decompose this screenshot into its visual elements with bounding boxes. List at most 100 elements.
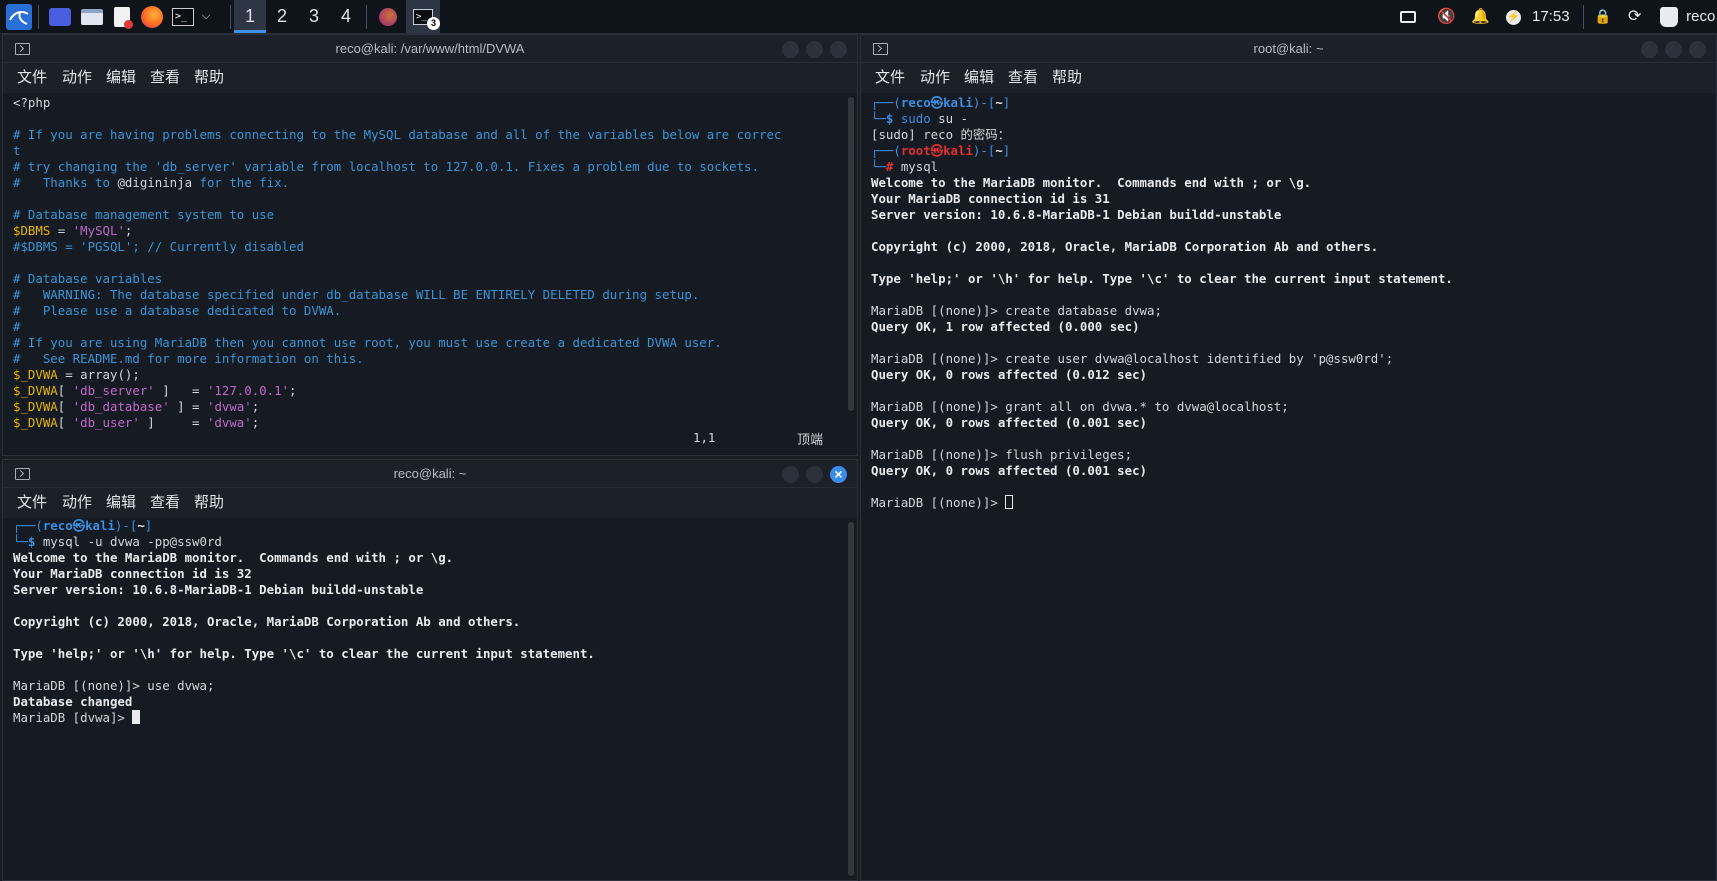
terminal-output[interactable]: ┌──(reco㉿kali)-[~] └─$ sudo su - [sudo] re… — [871, 95, 1702, 880]
workspace-2[interactable]: 2 — [266, 0, 298, 33]
menu-action[interactable]: 动作 — [920, 63, 950, 93]
scrollbar[interactable] — [847, 93, 855, 451]
terminal-line: Welcome to the MariaDB monitor. Commands… — [871, 175, 1702, 191]
editor-scroll-position: 顶端 — [797, 432, 824, 447]
terminal-text: Type 'help;' or '\h' for help. Type '\c'… — [871, 271, 1453, 286]
menu-action[interactable]: 动作 — [62, 63, 92, 93]
mute-icon: 🔇 — [1437, 8, 1456, 25]
menu-edit[interactable]: 编辑 — [106, 63, 136, 93]
menu-help[interactable]: 帮助 — [194, 488, 224, 518]
window-titlebar[interactable]: reco@kali: ~ × — [3, 460, 857, 488]
terminal-text: MariaDB [(none)]> use dvwa; — [13, 678, 215, 693]
close-button[interactable]: × — [830, 466, 847, 483]
terminal-cursor — [1005, 495, 1014, 509]
terminal-text: ┌──( — [13, 518, 43, 533]
terminal-window-root[interactable]: root@kali: ~ 文件 动作 编辑 查看 帮助 ┌──(reco㉿kal… — [860, 34, 1717, 881]
minimize-button[interactable] — [1641, 41, 1658, 58]
terminal-text: ~ — [137, 518, 145, 533]
user-menu[interactable]: reco — [1660, 0, 1715, 33]
task-firefox[interactable] — [374, 0, 402, 33]
terminal-line: $DBMS = 'MySQL'; — [13, 223, 843, 239]
menu-file[interactable]: 文件 — [17, 488, 47, 518]
terminal-line: $_DVWA[ 'db_database' ] = 'dvwa'; — [13, 399, 843, 415]
terminal-line: Type 'help;' or '\h' for help. Type '\c'… — [13, 646, 843, 662]
terminal-text: [ — [57, 415, 73, 430]
clock-text: 17:53 — [1532, 8, 1570, 25]
close-button[interactable] — [830, 41, 847, 58]
terminal-text: [ — [57, 383, 73, 398]
kali-menu-button[interactable] — [4, 0, 34, 33]
menu-file[interactable]: 文件 — [17, 63, 47, 93]
maximize-button[interactable] — [806, 466, 823, 483]
firefox-button[interactable] — [138, 0, 166, 33]
text-editor-button[interactable] — [108, 0, 136, 33]
menu-view[interactable]: 查看 — [150, 488, 180, 518]
close-button[interactable] — [1689, 41, 1706, 58]
terminal-text: $DBMS — [13, 223, 51, 238]
menu-action[interactable]: 动作 — [62, 488, 92, 518]
volume-button[interactable]: 🔇 — [1437, 0, 1456, 33]
menu-file[interactable]: 文件 — [875, 63, 905, 93]
window-title: reco@kali: ~ — [393, 466, 467, 481]
terminal-text: # — [885, 159, 901, 174]
scrollbar[interactable] — [847, 518, 855, 876]
menu-view[interactable]: 查看 — [1008, 63, 1038, 93]
terminal-line: # Database management system to use — [13, 207, 843, 223]
terminal-text: for the fix. — [192, 175, 290, 190]
menu-edit[interactable]: 编辑 — [964, 63, 994, 93]
workspace-label: 1 — [244, 6, 255, 26]
workspace-4[interactable]: 4 — [330, 0, 362, 33]
show-desktop-button[interactable] — [46, 0, 74, 33]
terminal-line: MariaDB [(none)]> create database dvwa; — [871, 303, 1702, 319]
user-icon — [1660, 7, 1678, 28]
terminal-text: )-[ — [972, 95, 996, 110]
window-titlebar[interactable]: root@kali: ~ — [861, 35, 1716, 63]
terminal-output[interactable]: <?php # If you are having problems connec… — [13, 95, 843, 455]
refresh-button[interactable]: ⟳ — [1628, 0, 1641, 33]
terminal-text: ; — [251, 399, 260, 414]
terminal-text: ; — [124, 223, 133, 238]
terminal-output[interactable]: ┌──(reco㉿kali)-[~] └─$ mysql -u dvwa -pp@… — [13, 518, 843, 880]
workspace-label: 2 — [276, 6, 287, 26]
menu-help[interactable]: 帮助 — [1052, 63, 1082, 93]
terminal-window-user[interactable]: reco@kali: ~ × 文件 动作 编辑 查看 帮助 ┌──(reco㉿k… — [2, 459, 858, 881]
terminal-text: $_DVWA — [13, 383, 58, 398]
terminal-text: Your MariaDB connection id is 31 — [871, 191, 1110, 206]
terminal-text: reco㉿kali — [900, 95, 973, 110]
notifications-button[interactable]: 🔔 — [1471, 0, 1490, 33]
workspace-3[interactable]: 3 — [298, 0, 330, 33]
task-terminal-group[interactable]: >_ 3 — [406, 0, 440, 33]
power-icon: ⚡ — [1506, 9, 1521, 25]
terminal-line: Server version: 10.6.8-MariaDB-1 Debian … — [871, 207, 1702, 223]
menu-view[interactable]: 查看 — [150, 63, 180, 93]
terminal-text: ~ — [995, 143, 1003, 158]
terminal-text: 'dvwa' — [206, 415, 252, 430]
menu-help[interactable]: 帮助 — [194, 63, 224, 93]
power-status-button[interactable]: ⚡ — [1506, 0, 1521, 33]
file-manager-button[interactable] — [78, 0, 106, 33]
terminal-text: # Please use a database dedicated to DVW… — [13, 303, 342, 318]
terminal-text: # try changing the 'db_server' variable … — [13, 159, 759, 174]
terminal-text: $_DVWA — [13, 399, 58, 414]
terminal-line: MariaDB [dvwa]> — [13, 710, 843, 726]
maximize-button[interactable] — [806, 41, 823, 58]
terminal-line: <?php — [13, 95, 843, 111]
minimize-button[interactable] — [782, 41, 799, 58]
terminal-menu-dropdown[interactable]: ⌵ — [198, 0, 214, 33]
minimize-button[interactable] — [782, 466, 799, 483]
window-titlebar[interactable]: reco@kali: /var/www/html/DVWA — [3, 35, 857, 63]
terminal-window-editor[interactable]: reco@kali: /var/www/html/DVWA 文件 动作 编辑 查… — [2, 34, 858, 456]
workspace-1[interactable]: 1 — [234, 0, 266, 33]
menubar: 文件 动作 编辑 查看 帮助 — [861, 63, 1716, 93]
terminal-text: 'dvwa' — [206, 399, 252, 414]
clock[interactable]: 17:53 — [1532, 0, 1570, 33]
terminal-line: # Database variables — [13, 271, 843, 287]
lock-screen-button[interactable]: 🔒 — [1594, 0, 1611, 33]
maximize-button[interactable] — [1665, 41, 1682, 58]
terminal-text: Welcome to the MariaDB monitor. Commands… — [13, 550, 454, 565]
terminal-line: [sudo] reco 的密码： — [871, 127, 1702, 143]
terminal-button[interactable]: >_ — [170, 0, 196, 33]
terminal-text: ; — [251, 415, 260, 430]
window-toggle-button[interactable] — [1400, 0, 1416, 33]
menu-edit[interactable]: 编辑 — [106, 488, 136, 518]
